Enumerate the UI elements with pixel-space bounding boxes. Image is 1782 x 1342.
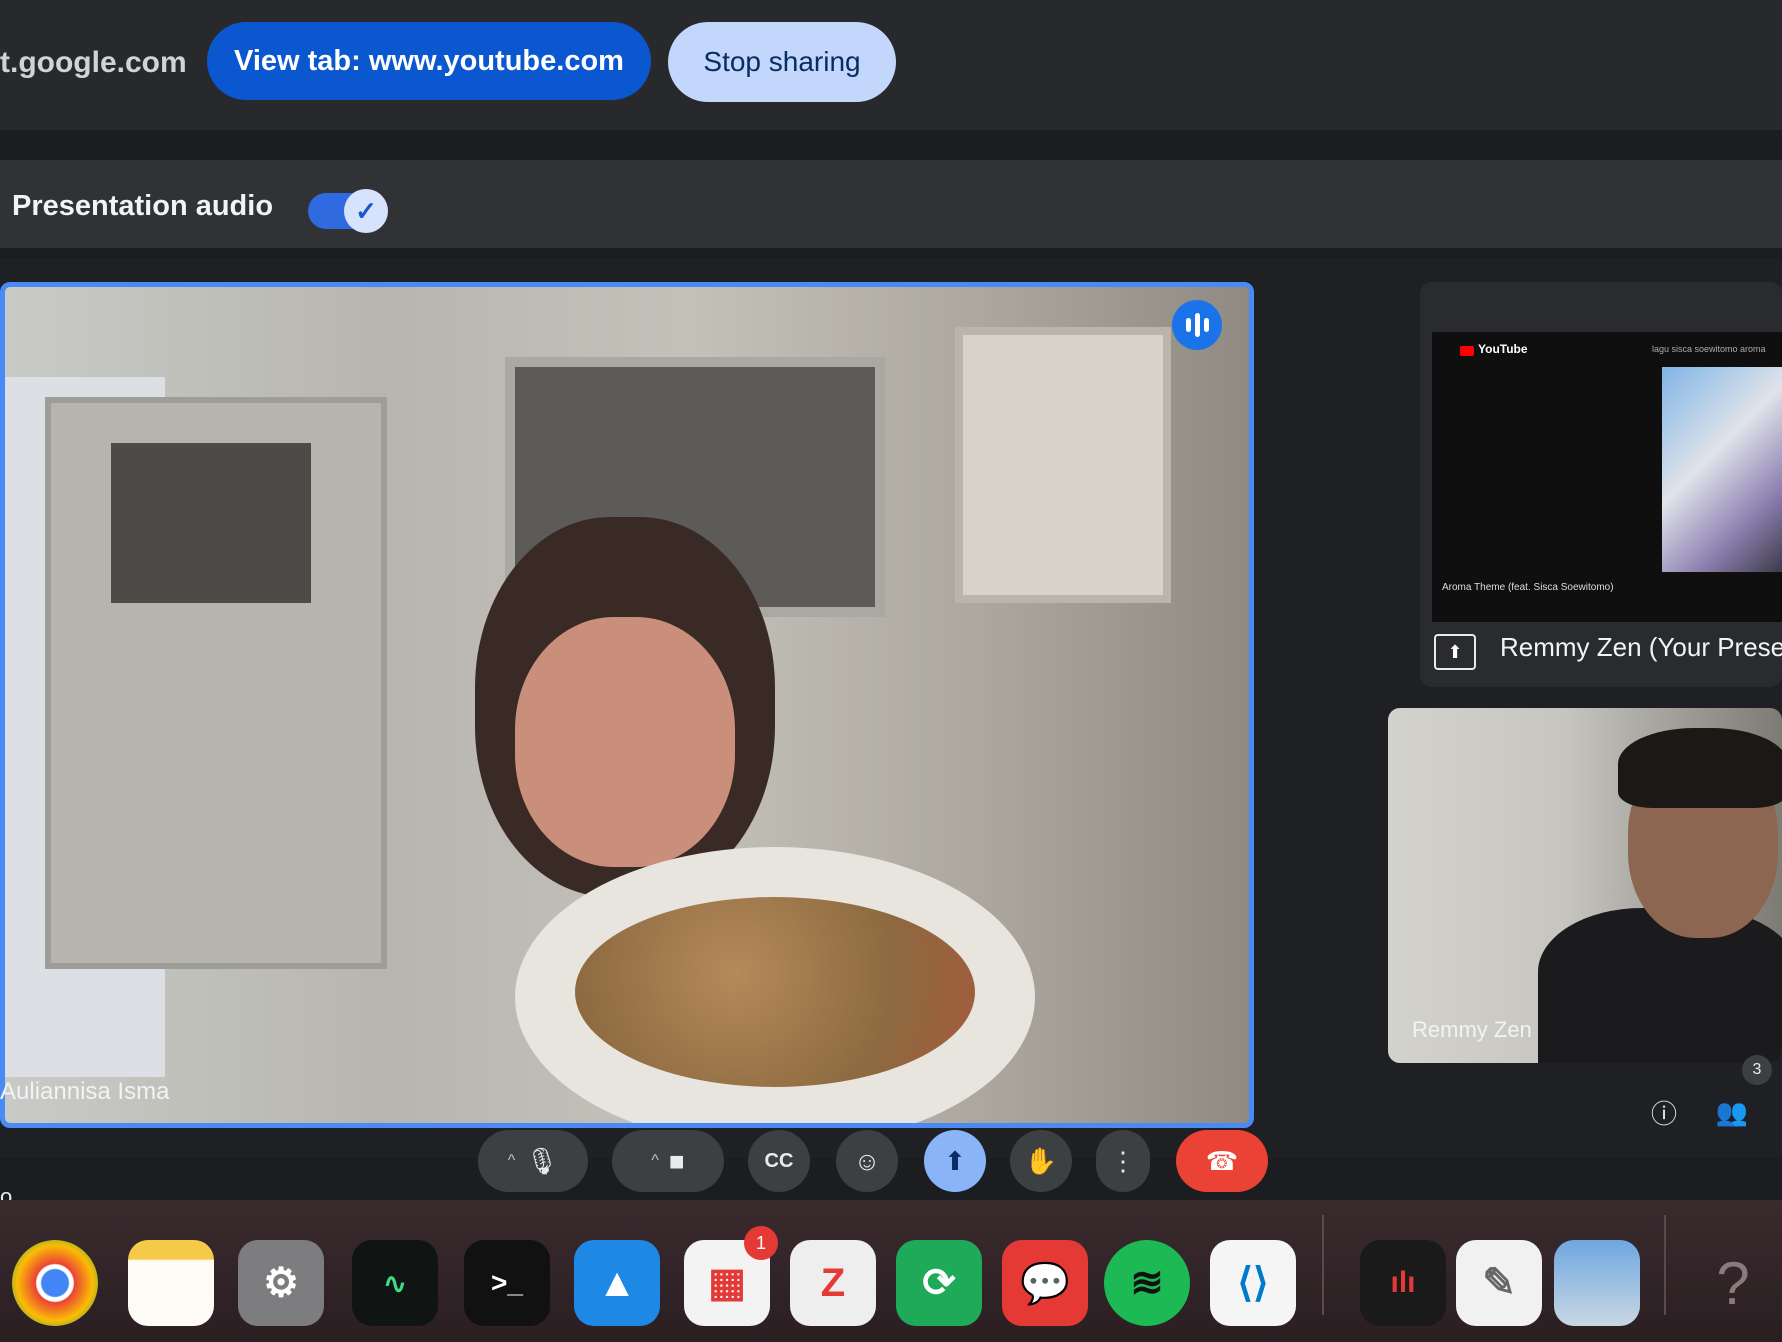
reactions-button[interactable]: ☺	[836, 1130, 898, 1192]
present-icon: ⬆	[944, 1145, 966, 1176]
video-person-face	[515, 617, 735, 867]
z-app-icon[interactable]: Z	[790, 1240, 876, 1326]
microphone-icon: 🎙	[525, 1145, 559, 1176]
youtube-site-name: YouTube	[1478, 342, 1528, 356]
sync-app-icon[interactable]: ⟳	[896, 1240, 982, 1326]
video-door-window	[111, 443, 311, 603]
stop-sharing-button[interactable]: Stop sharing	[668, 22, 896, 102]
presentation-upload-icon: ⬆	[1434, 634, 1476, 670]
meeting-details-info-icon[interactable]: ⓘ	[1642, 1090, 1686, 1134]
end-call-icon: ☎	[1205, 1145, 1239, 1176]
vscode-app-icon[interactable]: ⟨⟩	[1210, 1240, 1296, 1326]
system-settings-app-icon[interactable]: ⚙	[238, 1240, 324, 1326]
captions-icon: CC	[764, 1149, 794, 1172]
youtube-search-text: lagu sisca soewitomo aroma	[1652, 344, 1766, 354]
video-person-body	[1538, 908, 1782, 1063]
notification-badge: 1	[744, 1226, 778, 1260]
leave-call-button[interactable]: ☎	[1176, 1130, 1268, 1192]
chat-app-icon[interactable]: 💬	[1002, 1240, 1088, 1326]
presentation-tile[interactable]: YouTube lagu sisca soewitomo aroma Aroma…	[1420, 282, 1782, 687]
chevron-up-icon[interactable]: ^	[651, 1152, 659, 1170]
presentation-content: YouTube lagu sisca soewitomo aroma Aroma…	[1432, 332, 1782, 622]
speaking-indicator-icon	[1172, 300, 1222, 350]
check-icon: ✓	[344, 189, 388, 233]
textedit-app-icon[interactable]: ✎	[1456, 1240, 1542, 1326]
terminal-app-icon[interactable]: >_	[464, 1240, 550, 1326]
captions-button[interactable]: CC	[748, 1130, 810, 1192]
view-tab-button[interactable]: View tab: www.youtube.com	[207, 22, 651, 100]
presentation-audio-label: Presentation audio	[12, 190, 274, 222]
second-participant-tile[interactable]	[1388, 708, 1782, 1063]
main-participant-tile[interactable]	[0, 282, 1254, 1128]
youtube-video-frame	[1662, 367, 1782, 572]
more-options-button[interactable]: ⋮	[1096, 1130, 1150, 1192]
dock-separator	[1322, 1215, 1324, 1315]
participants-count-badge: 3	[1742, 1055, 1772, 1085]
shared-domain-text: t.google.com	[0, 46, 187, 79]
presentation-audio-toggle[interactable]: ✓	[308, 189, 388, 233]
camera-icon: ■	[668, 1145, 685, 1176]
notes-app-icon[interactable]	[128, 1240, 214, 1326]
help-icon[interactable]: ?	[1690, 1240, 1776, 1326]
second-participant-name: Remmy Zen	[1412, 1017, 1532, 1042]
keynote-app-icon[interactable]: ▲	[574, 1240, 660, 1326]
more-vert-icon: ⋮	[1110, 1145, 1136, 1176]
main-participant-name: Auliannisa Isma	[0, 1078, 170, 1105]
video-door	[45, 397, 387, 969]
video-food	[575, 897, 975, 1087]
camera-button[interactable]: ^ ■	[612, 1130, 724, 1192]
chevron-up-icon[interactable]: ^	[508, 1152, 516, 1170]
preview-app-icon[interactable]	[1554, 1240, 1640, 1326]
dock-separator	[1664, 1215, 1666, 1315]
people-icon[interactable]: 👥	[1710, 1090, 1754, 1134]
audio-recorder-app-icon[interactable]: ılı	[1360, 1240, 1446, 1326]
emoji-icon: ☺	[853, 1145, 881, 1176]
chrome-app-icon[interactable]	[12, 1240, 98, 1326]
video-shelf	[955, 327, 1171, 603]
hand-icon: ✋	[1024, 1145, 1058, 1176]
youtube-video-title: Aroma Theme (feat. Sisca Soewitomo)	[1442, 582, 1614, 593]
youtube-logo-icon	[1460, 346, 1474, 356]
spotify-app-icon[interactable]: ≋	[1104, 1240, 1190, 1326]
presentation-name: Remmy Zen (Your Present	[1500, 632, 1782, 662]
activity-monitor-app-icon[interactable]: ∿	[352, 1240, 438, 1326]
video-person-hair	[1618, 728, 1782, 808]
mic-button[interactable]: ^ 🎙	[478, 1130, 588, 1192]
raise-hand-button[interactable]: ✋	[1010, 1130, 1072, 1192]
present-now-button[interactable]: ⬆	[924, 1130, 986, 1192]
